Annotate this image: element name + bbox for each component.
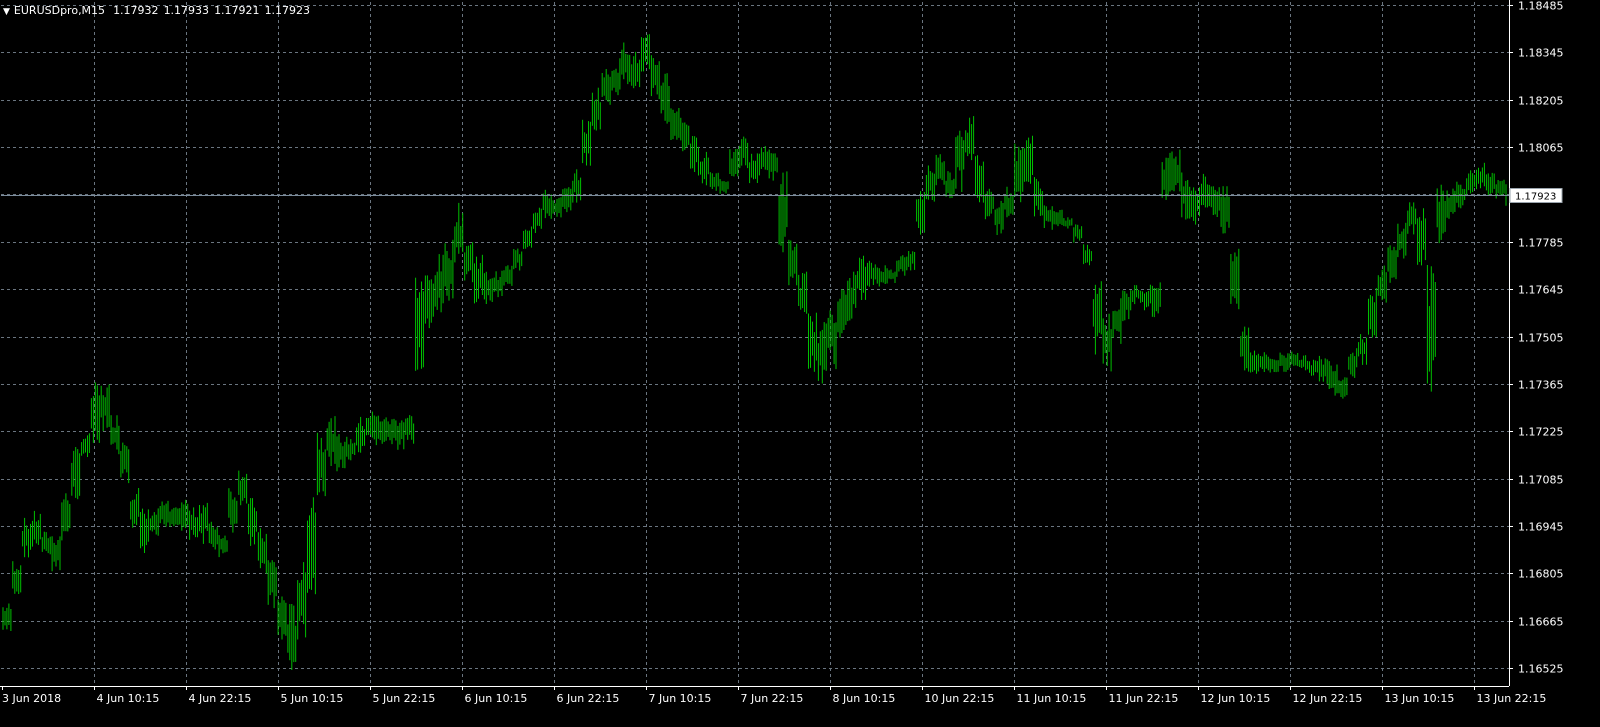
x-tick-label: 7 Jun 22:15	[741, 692, 804, 705]
x-tick-label: 6 Jun 10:15	[465, 692, 528, 705]
y-tick-label: 1.17225	[1518, 426, 1564, 439]
y-tick-label: 1.16805	[1518, 568, 1564, 581]
y-tick-label: 1.17785	[1518, 237, 1564, 250]
x-tick-label: 13 Jun 10:15	[1385, 692, 1455, 705]
y-tick-label: 1.18065	[1518, 142, 1564, 155]
low-price: 1.17921	[214, 4, 260, 17]
y-tick-label: 1.17365	[1518, 379, 1564, 392]
x-tick-label: 4 Jun 10:15	[97, 692, 160, 705]
x-tick-label: 6 Jun 22:15	[557, 692, 620, 705]
price-chart[interactable]: 1.184851.183451.182051.180651.179251.177…	[0, 0, 1600, 723]
high-price: 1.17933	[163, 4, 210, 17]
open-price: 1.17932	[113, 4, 159, 17]
current-price-label: 1.17923	[1515, 192, 1556, 203]
x-tick-label: 8 Jun 10:15	[833, 692, 896, 705]
chart-header: ▼ EURUSDpro,M15 1.17932 1.17933 1.17921 1.179…	[3, 4, 315, 19]
y-tick-label: 1.17085	[1518, 474, 1564, 487]
triangle-down-icon[interactable]: ▼	[3, 7, 10, 17]
x-tick-label: 5 Jun 10:15	[281, 692, 344, 705]
chart-background	[0, 0, 1600, 723]
y-tick-label: 1.16945	[1518, 521, 1564, 534]
y-tick-label: 1.16665	[1518, 616, 1564, 629]
y-tick-label: 1.18205	[1518, 95, 1564, 108]
x-tick-label: 4 Jun 22:15	[189, 692, 252, 705]
chart-window[interactable]: ▼ EURUSDpro,M15 1.17932 1.17933 1.17921 1.179…	[0, 0, 1600, 723]
y-tick-label: 1.17505	[1518, 332, 1564, 345]
x-tick-label: 13 Jun 22:15	[1477, 692, 1547, 705]
x-tick-label: 11 Jun 10:15	[1017, 692, 1087, 705]
x-tick-label: 5 Jun 22:15	[373, 692, 436, 705]
y-tick-label: 1.18345	[1518, 47, 1564, 60]
x-tick-label: 11 Jun 22:15	[1109, 692, 1179, 705]
symbol-label: EURUSDpro,M15	[13, 4, 106, 17]
close-price: 1.17923	[264, 4, 311, 17]
x-tick-label: 12 Jun 22:15	[1293, 692, 1363, 705]
y-tick-label: 1.16525	[1518, 663, 1564, 676]
x-tick-label: 3 Jun 2018	[2, 692, 61, 705]
y-tick-label: 1.18485	[1518, 0, 1564, 13]
x-tick-label: 12 Jun 10:15	[1201, 692, 1271, 705]
x-tick-label: 10 Jun 22:15	[925, 692, 995, 705]
x-tick-label: 7 Jun 10:15	[649, 692, 712, 705]
y-tick-label: 1.17645	[1518, 284, 1564, 297]
